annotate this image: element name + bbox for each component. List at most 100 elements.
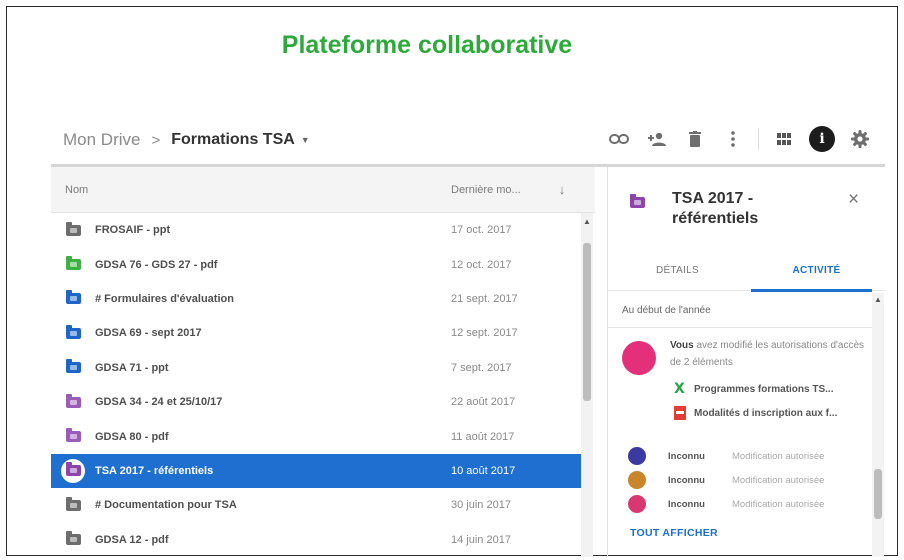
shared-folder-icon bbox=[630, 194, 645, 208]
file-icon-cell bbox=[51, 324, 95, 339]
file-name: GDSA 76 - GDS 27 - pdf bbox=[95, 258, 218, 271]
activity-period-label: Au début de l'année bbox=[622, 305, 711, 316]
folder-icon bbox=[65, 221, 81, 236]
file-modified-date: 21 sept. 2017 bbox=[451, 292, 518, 305]
folder-icon bbox=[65, 462, 81, 477]
figure-frame: Plateforme collaborative Mon Drive > For… bbox=[6, 6, 898, 557]
file-modified-date: 22 août 2017 bbox=[451, 396, 516, 409]
tab-details[interactable]: DÉTAILS bbox=[608, 251, 747, 290]
activity-file-name: Modalités d inscription aux f... bbox=[694, 407, 838, 419]
file-row[interactable]: GDSA 34 - 24 et 25/10/17 22 août 2017 bbox=[51, 385, 595, 419]
file-row[interactable]: GDSA 71 - ppt 7 sept. 2017 bbox=[51, 351, 595, 385]
trash-icon[interactable] bbox=[682, 125, 708, 153]
file-name: GDSA 69 - sept 2017 bbox=[95, 327, 202, 340]
column-name-header[interactable]: Nom bbox=[51, 184, 451, 196]
file-icon-cell bbox=[51, 393, 95, 408]
folder-icon bbox=[65, 256, 81, 271]
user-name: Inconnu bbox=[668, 498, 705, 510]
details-tabs: DÉTAILS ACTIVITÉ bbox=[608, 251, 886, 292]
file-name: FROSAIF - ppt bbox=[95, 224, 171, 237]
scroll-up-arrow-icon[interactable]: ▲ bbox=[581, 217, 593, 226]
breadcrumb-current-folder[interactable]: Formations TSA bbox=[171, 131, 295, 149]
file-icon-cell bbox=[51, 359, 95, 374]
file-name: # Formulaires d'évaluation bbox=[95, 292, 234, 305]
activity-divider bbox=[608, 327, 872, 328]
file-name: # Documentation pour TSA bbox=[95, 499, 237, 512]
user-avatar bbox=[628, 495, 646, 513]
file-list-panel: Nom Dernière mo... ↓ FROSAIF - ppt 17 oct… bbox=[51, 167, 595, 557]
activity-text: avez modifié les autorisations d'accès d… bbox=[670, 340, 865, 368]
details-scrollbar[interactable]: ▲ bbox=[872, 293, 884, 557]
file-name: GDSA 12 - pdf bbox=[95, 533, 169, 546]
file-modified-date: 11 août 2017 bbox=[451, 430, 515, 443]
info-button[interactable]: i bbox=[809, 125, 835, 153]
file-modified-date: 12 oct. 2017 bbox=[451, 258, 512, 271]
user-name: Inconnu bbox=[668, 450, 705, 462]
activity-actor: Vous bbox=[670, 340, 694, 351]
file-row[interactable]: GDSA 69 - sept 2017 12 sept. 2017 bbox=[51, 316, 595, 350]
user-permission: Modification autorisée bbox=[732, 498, 825, 510]
folder-icon bbox=[65, 496, 81, 511]
file-list-scrollbar[interactable]: ▲ bbox=[581, 213, 593, 557]
toolbar: i bbox=[594, 125, 873, 153]
file-list-header: Nom Dernière mo... ↓ bbox=[51, 167, 595, 213]
file-modified-date: 7 sept. 2017 bbox=[451, 361, 512, 374]
toolbar-divider bbox=[758, 128, 759, 150]
caret-down-icon[interactable]: ▼ bbox=[301, 135, 310, 145]
file-row[interactable]: GDSA 80 - pdf 11 août 2017 bbox=[51, 419, 595, 453]
scroll-up-arrow-icon[interactable]: ▲ bbox=[872, 295, 884, 304]
file-name: GDSA 80 - pdf bbox=[95, 430, 169, 443]
close-icon[interactable]: × bbox=[848, 189, 859, 211]
sort-arrow-icon[interactable]: ↓ bbox=[547, 182, 577, 197]
tab-activity[interactable]: ACTIVITÉ bbox=[747, 251, 886, 292]
selected-folder-badge bbox=[61, 458, 85, 483]
file-icon-cell bbox=[51, 458, 95, 483]
file-row[interactable]: TSA 2017 - référentiels 10 août 2017 bbox=[51, 453, 581, 489]
activity-file-link-1[interactable]: X Programmes formations TS... bbox=[674, 381, 833, 397]
folder-icon bbox=[65, 290, 81, 305]
more-vert-icon[interactable] bbox=[720, 125, 746, 153]
permission-user-row: Inconnu Modification autorisée bbox=[608, 493, 872, 515]
settings-icon[interactable] bbox=[847, 125, 873, 153]
user-permission: Modification autorisée bbox=[732, 450, 825, 462]
add-person-icon[interactable] bbox=[644, 125, 670, 153]
column-date-header[interactable]: Dernière mo... bbox=[451, 184, 547, 196]
user-avatar bbox=[628, 471, 646, 489]
breadcrumb-root-link[interactable]: Mon Drive bbox=[63, 130, 140, 150]
file-modified-date: 14 juin 2017 bbox=[451, 533, 511, 546]
file-row[interactable]: # Formulaires d'évaluation 21 sept. 2017 bbox=[51, 282, 595, 316]
details-panel: TSA 2017 - référentiels × DÉTAILS ACTIVIT… bbox=[607, 167, 886, 557]
file-icon-cell bbox=[51, 256, 95, 271]
file-row[interactable]: GDSA 76 - GDS 27 - pdf 12 oct. 2017 bbox=[51, 247, 595, 281]
file-modified-date: 10 août 2017 bbox=[451, 464, 516, 477]
user-avatar bbox=[622, 341, 656, 375]
sheets-icon: X bbox=[674, 381, 685, 397]
file-icon-cell bbox=[51, 531, 95, 546]
details-title: TSA 2017 - référentiels bbox=[672, 190, 759, 227]
file-icon-cell bbox=[51, 290, 95, 305]
file-rows: FROSAIF - ppt 17 oct. 2017 GDSA 76 - GDS 2… bbox=[51, 213, 595, 557]
file-row[interactable]: GDSA 12 - pdf 14 juin 2017 bbox=[51, 523, 595, 557]
permission-user-row: Inconnu Modification autorisée bbox=[608, 445, 872, 467]
breadcrumb-separator: > bbox=[151, 131, 161, 149]
grid-view-icon[interactable] bbox=[771, 125, 797, 153]
pdf-icon bbox=[674, 406, 686, 420]
drive-header: Mon Drive > Formations TSA ▼ i bbox=[51, 121, 885, 161]
user-avatar bbox=[628, 447, 646, 465]
page-title: Plateforme collaborative bbox=[281, 31, 573, 59]
file-list-scroll-thumb[interactable] bbox=[583, 243, 591, 401]
file-name: GDSA 34 - 24 et 25/10/17 bbox=[95, 396, 223, 409]
permission-user-row: Inconnu Modification autorisée bbox=[608, 469, 872, 491]
activity-file-link-2[interactable]: Modalités d inscription aux f... bbox=[674, 405, 837, 421]
activity-description: Vous avez modifié les autorisations d'ac… bbox=[670, 337, 866, 371]
show-all-link[interactable]: TOUT AFFICHER bbox=[630, 527, 718, 539]
details-scroll-thumb[interactable] bbox=[874, 469, 882, 519]
folder-icon bbox=[65, 428, 81, 443]
breadcrumb: Mon Drive > Formations TSA ▼ bbox=[63, 130, 310, 150]
file-icon-cell bbox=[51, 221, 95, 236]
info-icon: i bbox=[809, 126, 835, 152]
file-row[interactable]: # Documentation pour TSA 30 juin 2017 bbox=[51, 488, 595, 522]
file-row[interactable]: FROSAIF - ppt 17 oct. 2017 bbox=[51, 213, 595, 247]
folder-icon bbox=[65, 359, 81, 374]
link-icon[interactable] bbox=[606, 125, 632, 153]
